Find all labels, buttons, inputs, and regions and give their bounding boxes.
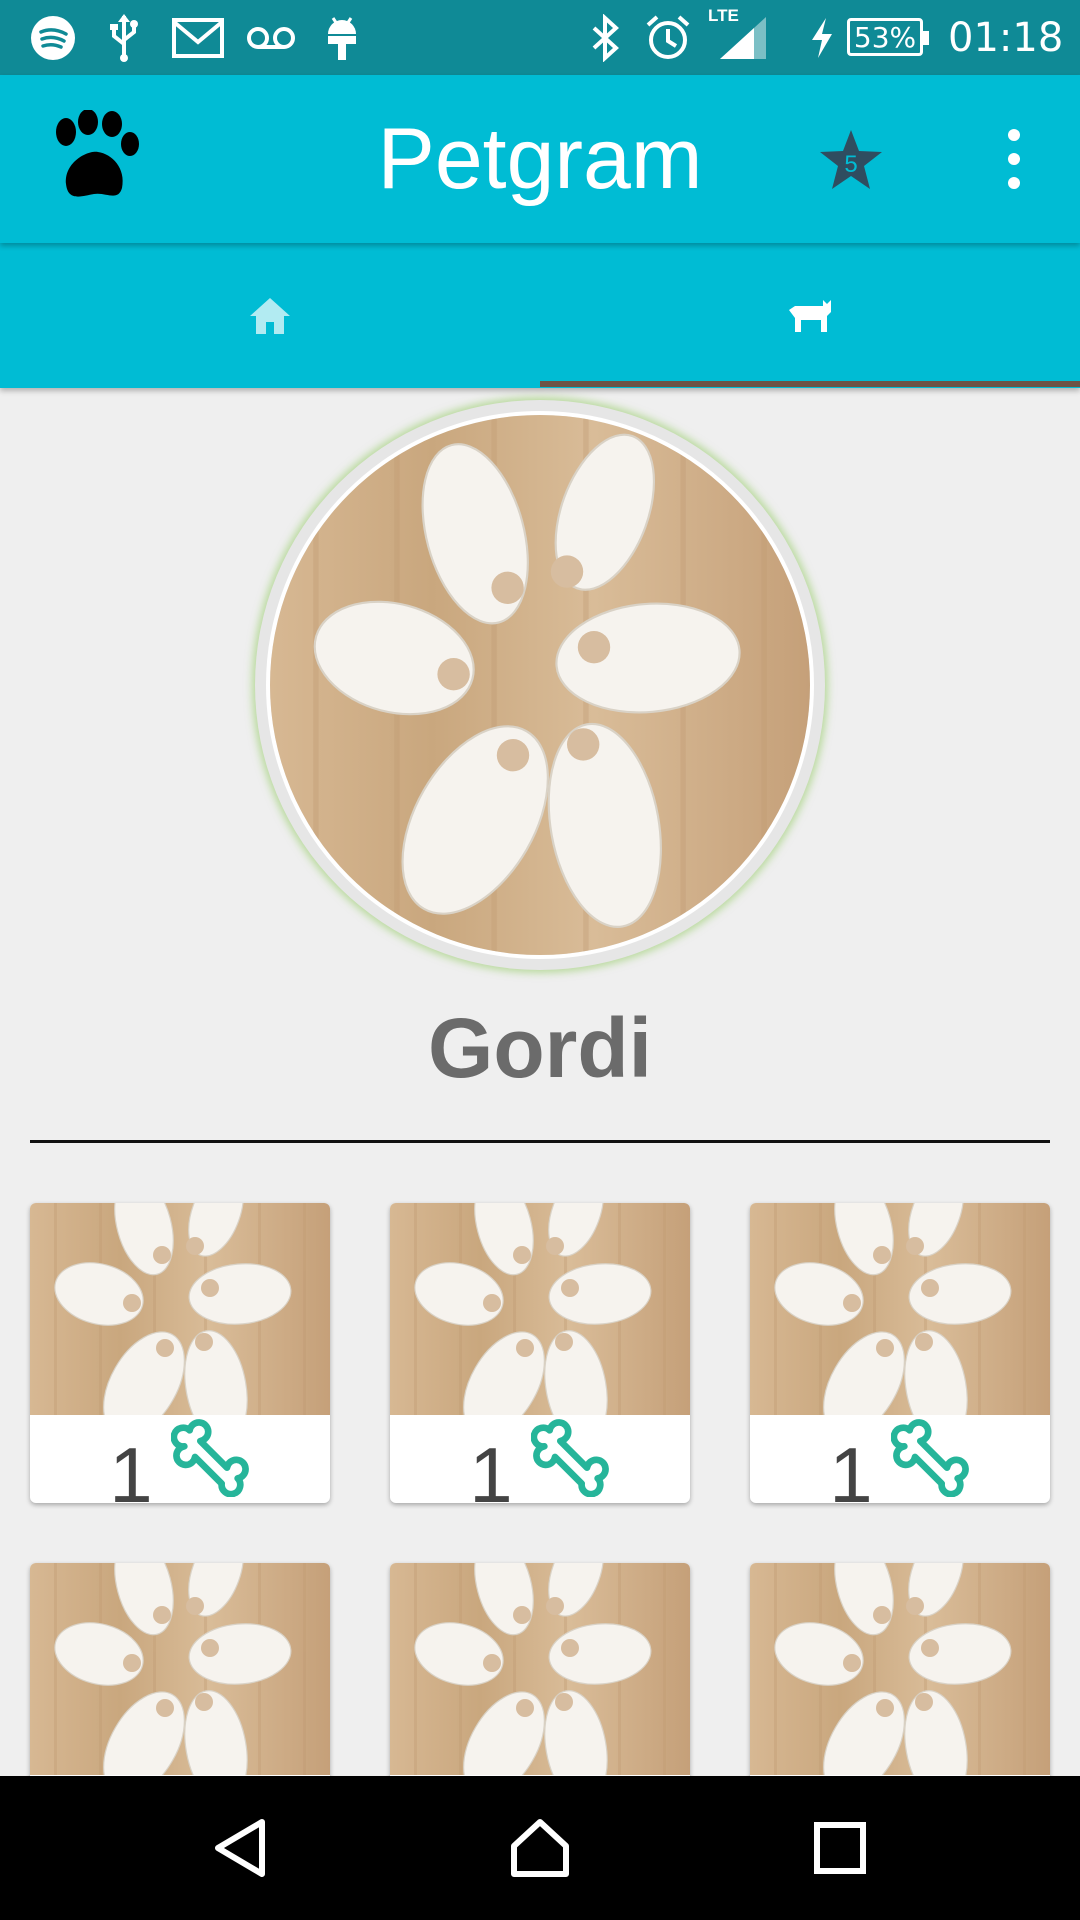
likes-row: 1 — [30, 1415, 330, 1503]
system-nav-bar — [0, 1776, 1080, 1920]
spotify-icon — [30, 0, 76, 75]
divider — [30, 1140, 1050, 1143]
photo-card[interactable]: 1 — [750, 1203, 1050, 1503]
home-icon — [250, 297, 290, 334]
bone-icon[interactable] — [171, 1417, 251, 1497]
photo-thumbnail — [30, 1203, 330, 1415]
favorites-count: 5 — [844, 151, 857, 178]
photo-thumbnail — [390, 1203, 690, 1415]
usb-icon — [108, 0, 140, 75]
android-icon — [325, 0, 359, 75]
dog-icon — [789, 299, 831, 332]
photo-thumbnail — [390, 1563, 690, 1775]
bluetooth-icon — [590, 0, 620, 75]
likes-count: 1 — [109, 1431, 153, 1503]
bone-icon[interactable] — [891, 1417, 971, 1497]
photo-thumbnail — [30, 1563, 330, 1775]
home-button[interactable] — [480, 1776, 600, 1920]
voicemail-icon — [245, 0, 297, 75]
back-icon — [215, 1819, 265, 1877]
likes-row: 1 — [750, 1415, 1050, 1503]
photo-thumbnail — [750, 1203, 1050, 1415]
profile-photo — [270, 415, 810, 955]
profile-avatar[interactable] — [255, 400, 825, 970]
charging-icon — [808, 0, 836, 75]
tab-home[interactable] — [0, 243, 540, 388]
photo-card[interactable]: 1 — [30, 1203, 330, 1503]
selected-tab-indicator — [540, 381, 1080, 387]
recents-icon — [814, 1822, 866, 1874]
likes-row: 1 — [390, 1415, 690, 1503]
bone-icon[interactable] — [531, 1417, 611, 1497]
back-button[interactable] — [180, 1776, 300, 1920]
app-title: Petgram — [377, 110, 703, 207]
battery-indicator: 53% — [847, 18, 929, 56]
recents-button[interactable] — [780, 1776, 900, 1920]
overflow-menu-button[interactable] — [994, 125, 1034, 195]
alarm-icon — [645, 0, 691, 75]
favorites-star-button[interactable]: 5 — [818, 127, 884, 193]
likes-count: 1 — [829, 1431, 873, 1503]
photo-thumbnail — [750, 1563, 1050, 1775]
signal-icon — [718, 0, 768, 75]
home-icon — [511, 1819, 569, 1877]
photo-card[interactable]: 1 — [390, 1203, 690, 1503]
app-toolbar: Petgram 5 — [0, 75, 1080, 243]
likes-count: 1 — [469, 1431, 513, 1503]
tab-profile[interactable] — [540, 243, 1080, 388]
tab-bar — [0, 243, 1080, 388]
status-bar: LTE 53% 01:18 — [0, 0, 1080, 75]
gmail-icon — [172, 0, 224, 75]
clock: 01:18 — [948, 14, 1064, 61]
profile-name: Gordi — [428, 1001, 652, 1095]
